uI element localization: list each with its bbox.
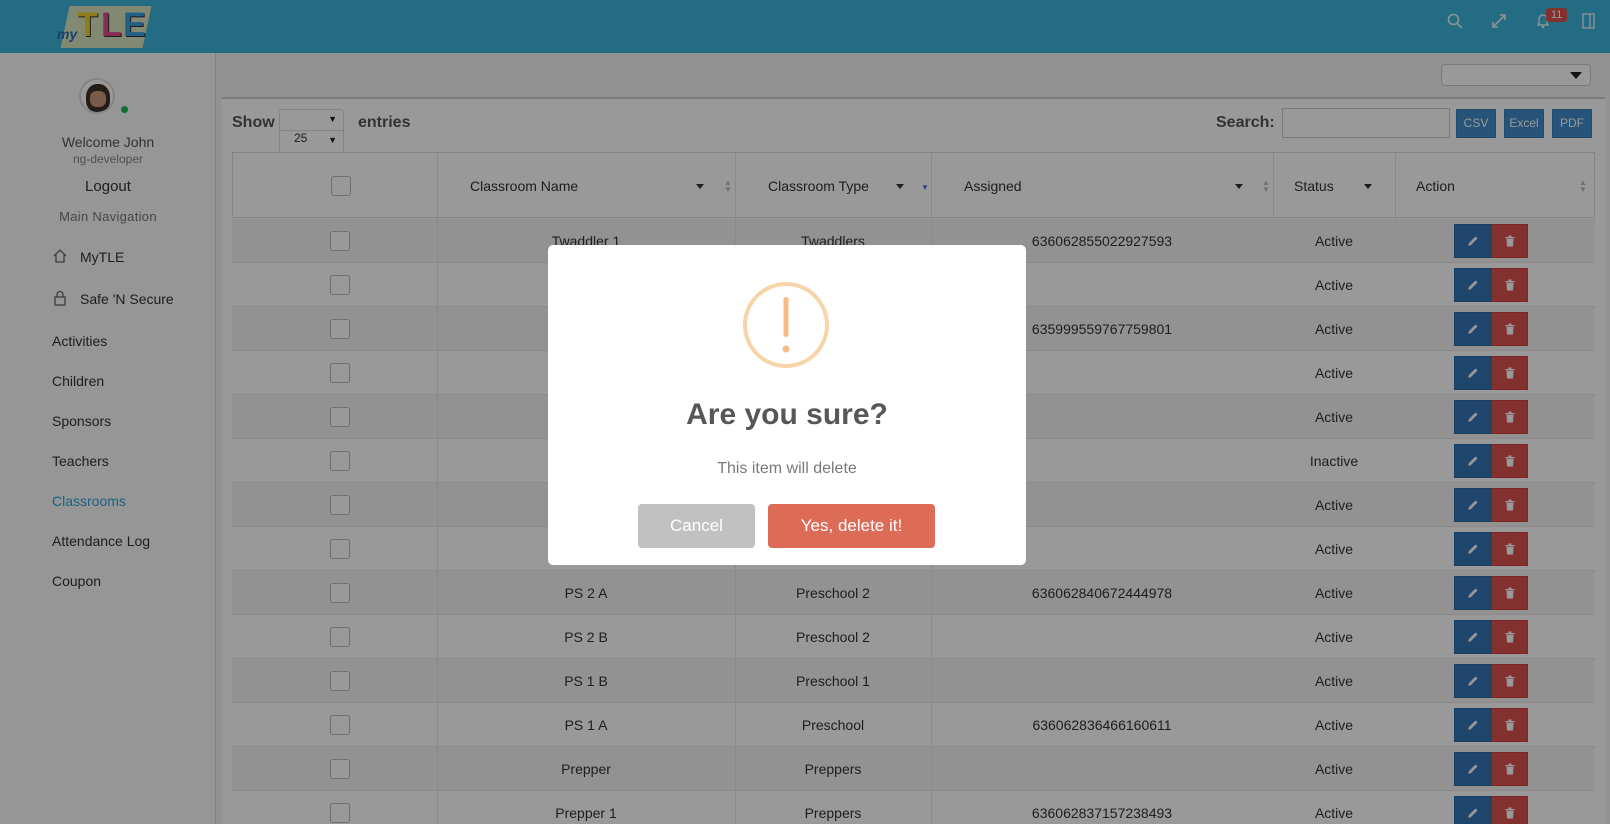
confirm-delete-button[interactable]: Yes, delete it! <box>768 504 935 548</box>
cancel-button[interactable]: Cancel <box>638 504 755 548</box>
warning-icon <box>742 281 830 369</box>
dialog-title: Are you sure? <box>686 398 888 431</box>
dialog-message: This item will delete <box>717 460 857 477</box>
confirm-delete-dialog: Are you sure? This item will delete Canc… <box>548 245 1026 565</box>
